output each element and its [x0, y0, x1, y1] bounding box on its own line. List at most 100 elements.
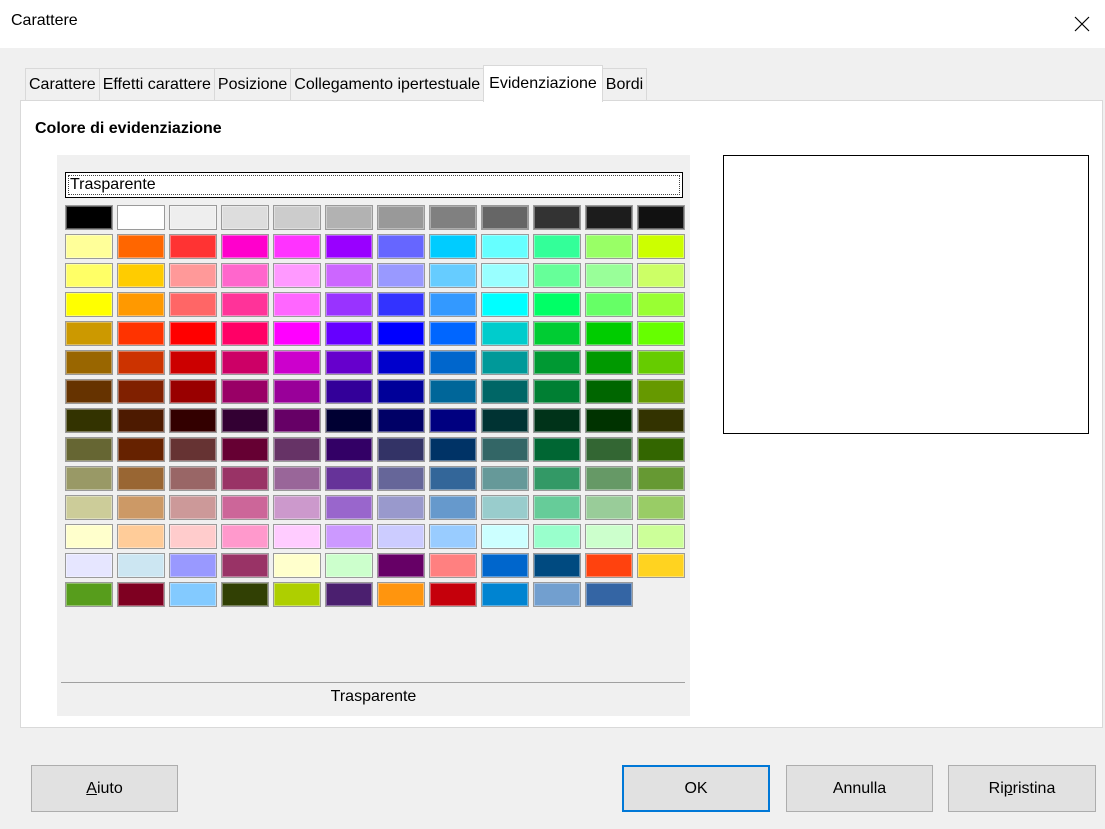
- color-swatch[interactable]: [169, 292, 217, 317]
- color-swatch[interactable]: [637, 350, 685, 375]
- color-swatch[interactable]: [481, 292, 529, 317]
- color-swatch[interactable]: [65, 408, 113, 433]
- color-swatch[interactable]: [377, 321, 425, 346]
- color-swatch[interactable]: [325, 234, 373, 259]
- color-swatch[interactable]: [221, 234, 269, 259]
- color-swatch[interactable]: [637, 553, 685, 578]
- color-swatch[interactable]: [117, 553, 165, 578]
- color-swatch[interactable]: [65, 379, 113, 404]
- color-swatch[interactable]: [273, 350, 321, 375]
- color-swatch[interactable]: [169, 524, 217, 549]
- color-swatch[interactable]: [325, 350, 373, 375]
- color-swatch[interactable]: [117, 466, 165, 491]
- color-swatch[interactable]: [325, 292, 373, 317]
- color-swatch[interactable]: [325, 524, 373, 549]
- tab-evidenziazione[interactable]: Evidenziazione: [483, 65, 603, 102]
- color-swatch[interactable]: [533, 437, 581, 462]
- color-swatch[interactable]: [169, 234, 217, 259]
- color-swatch[interactable]: [65, 263, 113, 288]
- color-swatch[interactable]: [377, 234, 425, 259]
- color-swatch[interactable]: [377, 263, 425, 288]
- tab-effetti-carattere[interactable]: Effetti carattere: [98, 68, 215, 101]
- color-swatch[interactable]: [377, 582, 425, 607]
- color-swatch[interactable]: [533, 234, 581, 259]
- color-swatch[interactable]: [429, 234, 477, 259]
- color-swatch[interactable]: [221, 379, 269, 404]
- color-swatch[interactable]: [585, 379, 633, 404]
- color-swatch[interactable]: [377, 524, 425, 549]
- color-swatch[interactable]: [273, 437, 321, 462]
- transparent-button[interactable]: Trasparente: [65, 172, 683, 198]
- color-swatch[interactable]: [585, 524, 633, 549]
- color-swatch[interactable]: [65, 582, 113, 607]
- color-swatch[interactable]: [273, 263, 321, 288]
- color-swatch[interactable]: [325, 437, 373, 462]
- color-swatch[interactable]: [585, 553, 633, 578]
- color-swatch[interactable]: [533, 205, 581, 230]
- help-button[interactable]: Aiuto: [31, 765, 178, 812]
- color-swatch[interactable]: [637, 234, 685, 259]
- color-swatch[interactable]: [637, 408, 685, 433]
- color-swatch[interactable]: [325, 466, 373, 491]
- color-swatch[interactable]: [117, 292, 165, 317]
- color-swatch[interactable]: [585, 437, 633, 462]
- color-swatch[interactable]: [169, 379, 217, 404]
- color-swatch[interactable]: [637, 524, 685, 549]
- color-swatch[interactable]: [273, 408, 321, 433]
- color-swatch[interactable]: [429, 408, 477, 433]
- color-swatch[interactable]: [221, 466, 269, 491]
- color-swatch[interactable]: [533, 292, 581, 317]
- color-swatch[interactable]: [273, 321, 321, 346]
- ok-button[interactable]: OK: [622, 765, 770, 812]
- color-swatch[interactable]: [65, 321, 113, 346]
- color-swatch[interactable]: [325, 582, 373, 607]
- color-swatch[interactable]: [637, 292, 685, 317]
- tab-bordi[interactable]: Bordi: [601, 68, 648, 101]
- color-swatch[interactable]: [429, 553, 477, 578]
- color-swatch[interactable]: [481, 408, 529, 433]
- color-swatch[interactable]: [325, 553, 373, 578]
- color-swatch[interactable]: [117, 582, 165, 607]
- tab-collegamento-ipertestuale[interactable]: Collegamento ipertestuale: [290, 68, 485, 101]
- color-swatch[interactable]: [221, 350, 269, 375]
- color-swatch[interactable]: [585, 205, 633, 230]
- color-swatch[interactable]: [117, 350, 165, 375]
- color-swatch[interactable]: [221, 524, 269, 549]
- color-swatch[interactable]: [169, 437, 217, 462]
- color-swatch[interactable]: [637, 321, 685, 346]
- color-swatch[interactable]: [533, 263, 581, 288]
- color-swatch[interactable]: [585, 350, 633, 375]
- color-swatch[interactable]: [481, 524, 529, 549]
- color-swatch[interactable]: [637, 263, 685, 288]
- color-swatch[interactable]: [585, 234, 633, 259]
- color-swatch[interactable]: [377, 553, 425, 578]
- color-swatch[interactable]: [65, 205, 113, 230]
- color-swatch[interactable]: [377, 205, 425, 230]
- color-swatch[interactable]: [377, 466, 425, 491]
- tab-carattere[interactable]: Carattere: [25, 68, 100, 101]
- color-swatch[interactable]: [481, 205, 529, 230]
- color-swatch[interactable]: [377, 495, 425, 520]
- color-swatch[interactable]: [273, 379, 321, 404]
- color-swatch[interactable]: [65, 466, 113, 491]
- color-swatch[interactable]: [273, 495, 321, 520]
- color-swatch[interactable]: [585, 321, 633, 346]
- color-swatch[interactable]: [429, 524, 477, 549]
- color-swatch[interactable]: [117, 321, 165, 346]
- color-swatch[interactable]: [273, 234, 321, 259]
- color-swatch[interactable]: [117, 263, 165, 288]
- color-swatch[interactable]: [325, 321, 373, 346]
- color-swatch[interactable]: [65, 292, 113, 317]
- color-swatch[interactable]: [117, 408, 165, 433]
- color-swatch[interactable]: [637, 437, 685, 462]
- color-swatch[interactable]: [169, 466, 217, 491]
- color-swatch[interactable]: [65, 495, 113, 520]
- tab-posizione[interactable]: Posizione: [213, 68, 292, 101]
- color-swatch[interactable]: [533, 379, 581, 404]
- color-swatch[interactable]: [117, 524, 165, 549]
- color-swatch[interactable]: [221, 292, 269, 317]
- color-swatch[interactable]: [481, 350, 529, 375]
- color-swatch[interactable]: [169, 321, 217, 346]
- color-swatch[interactable]: [481, 437, 529, 462]
- color-swatch[interactable]: [377, 292, 425, 317]
